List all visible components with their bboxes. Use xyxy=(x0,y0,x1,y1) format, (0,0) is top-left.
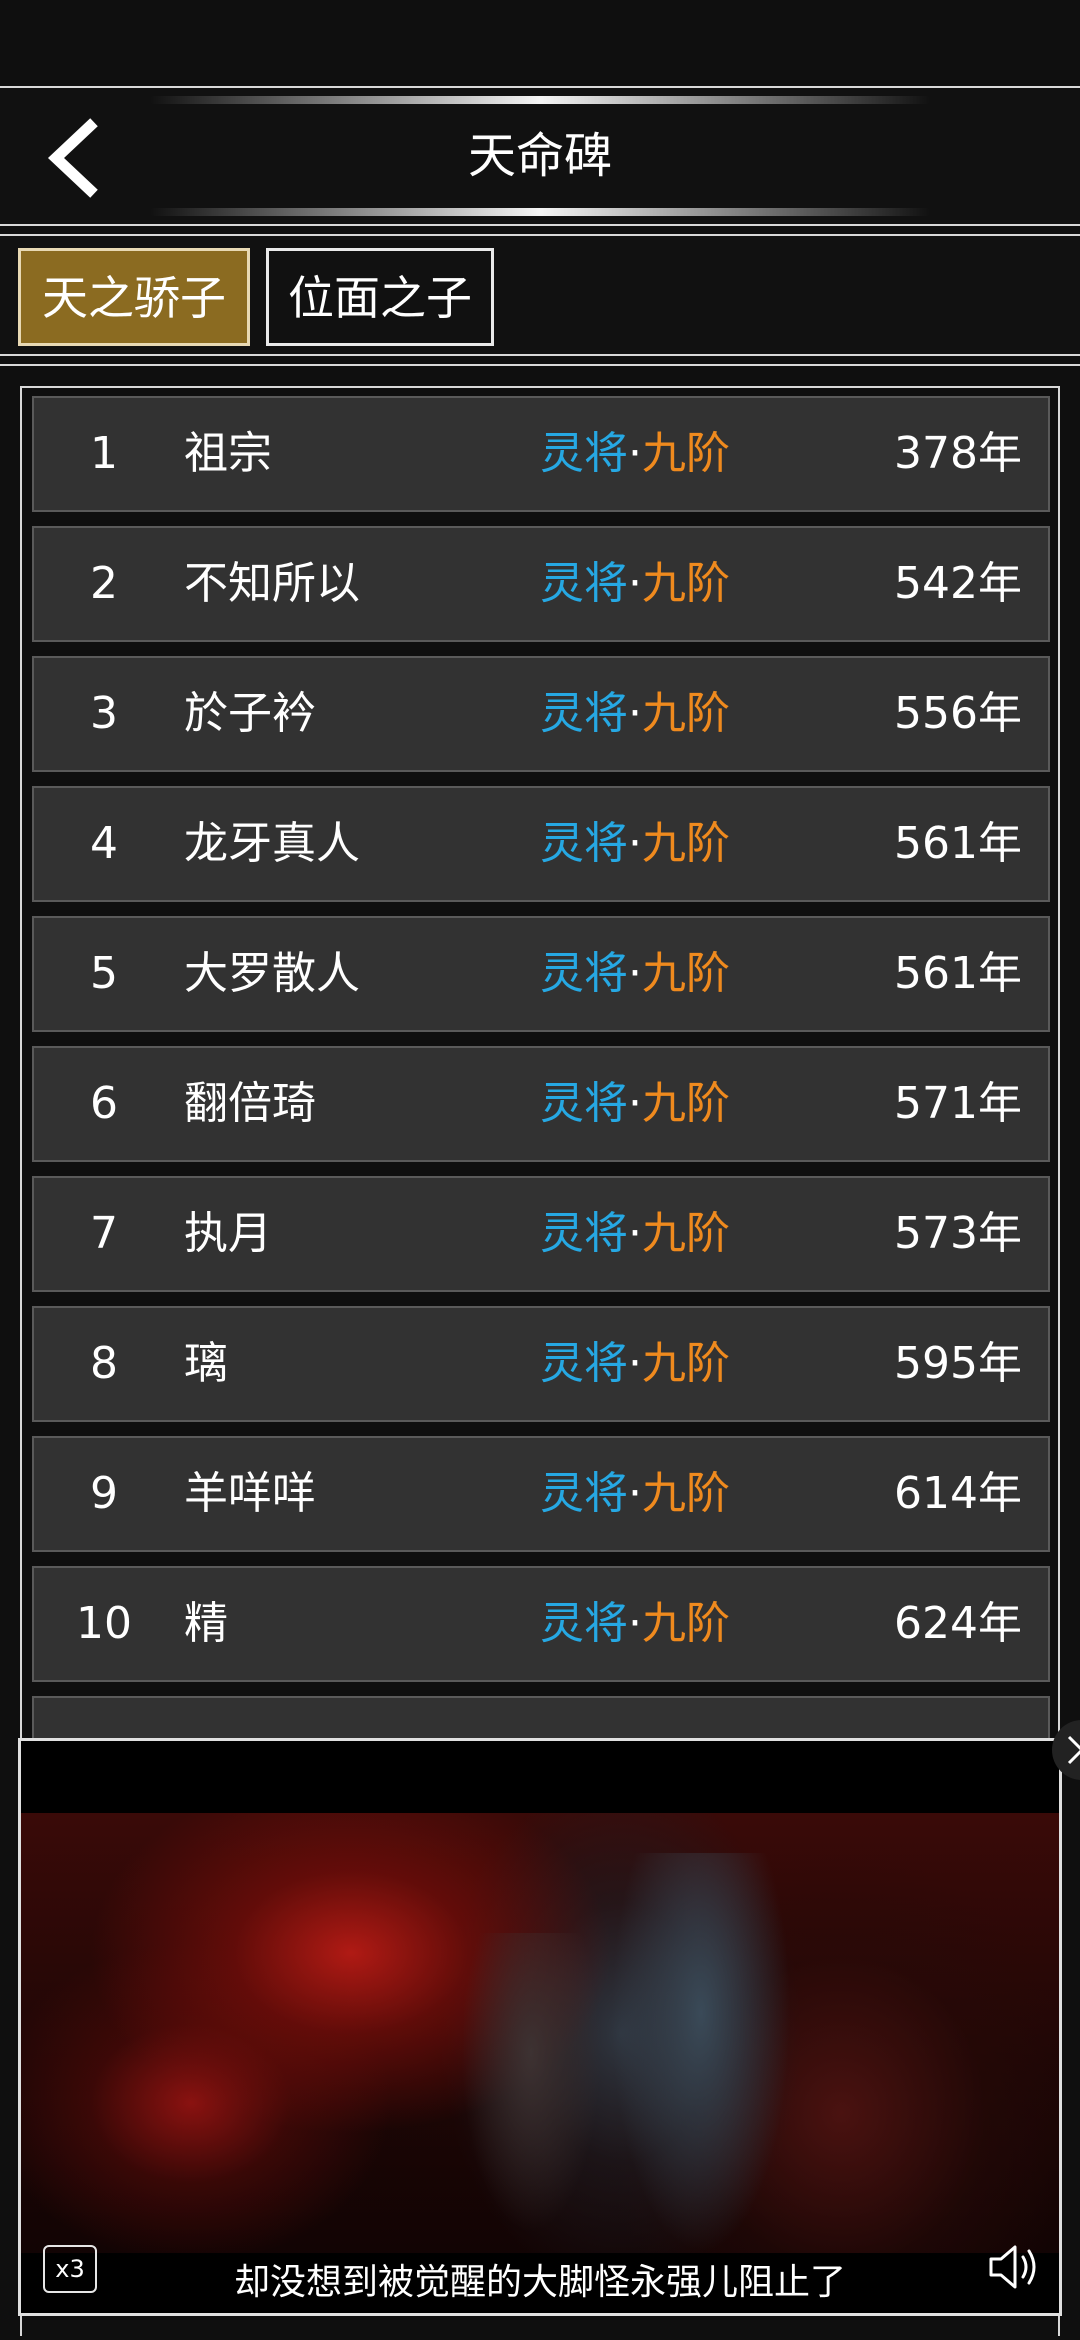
stage-label: 九阶 xyxy=(642,1598,730,1649)
page-title: 天命碑 xyxy=(467,128,612,184)
ranking-row[interactable]: 1 祖宗 灵将·九阶 378年 xyxy=(32,396,1050,512)
player-name: 翻倍琦 xyxy=(184,1078,316,1129)
player-name: 璃 xyxy=(184,1338,228,1389)
player-name: 精 xyxy=(184,1598,228,1649)
rank-number: 10 xyxy=(76,1598,132,1649)
realm-level: 灵将·九阶 xyxy=(540,658,730,770)
realm-level: 灵将·九阶 xyxy=(540,918,730,1030)
player-age: 595年 xyxy=(894,1338,1022,1389)
realm-label: 灵将 xyxy=(540,818,628,869)
ranking-row[interactable]: 3 於子衿 灵将·九阶 556年 xyxy=(32,656,1050,772)
video-subtitle: 却没想到被觉醒的大脚怪永强儿阻止了 xyxy=(233,2262,846,2303)
realm-label: 灵将 xyxy=(540,558,628,609)
realm-separator: · xyxy=(628,1208,642,1259)
player-age: 624年 xyxy=(894,1598,1022,1649)
stage-label: 九阶 xyxy=(642,1338,730,1389)
realm-level: 灵将·九阶 xyxy=(540,1438,730,1550)
player-age: 542年 xyxy=(894,558,1022,609)
player-age: 571年 xyxy=(894,1078,1022,1129)
stage-label: 九阶 xyxy=(642,1208,730,1259)
video-frame xyxy=(21,1813,1059,2253)
ranking-row[interactable]: 6 翻倍琦 灵将·九阶 571年 xyxy=(32,1046,1050,1162)
player-age: 614年 xyxy=(894,1468,1022,1519)
realm-level: 灵将·九阶 xyxy=(540,398,730,510)
player-name: 执月 xyxy=(184,1208,272,1259)
realm-separator: · xyxy=(628,688,642,739)
realm-label: 灵将 xyxy=(540,1468,628,1519)
realm-label: 灵将 xyxy=(540,1338,628,1389)
ranking-list: 1 祖宗 灵将·九阶 378年 2 不知所以 灵将·九阶 542年 3 於子衿 灵将·九阶 556年 4… xyxy=(32,396,1050,1826)
ranking-row[interactable]: 5 大罗散人 灵将·九阶 561年 xyxy=(32,916,1050,1032)
realm-label: 灵将 xyxy=(540,688,628,739)
rank-number: 1 xyxy=(90,428,118,479)
stage-label: 九阶 xyxy=(642,558,730,609)
realm-separator: · xyxy=(628,948,642,999)
realm-separator: · xyxy=(628,558,642,609)
player-age: 561年 xyxy=(894,948,1022,999)
ranking-row[interactable]: 2 不知所以 灵将·九阶 542年 xyxy=(32,526,1050,642)
rank-number: 8 xyxy=(90,1338,118,1389)
player-age: 561年 xyxy=(894,818,1022,869)
realm-level: 灵将·九阶 xyxy=(540,1308,730,1420)
realm-separator: · xyxy=(628,1338,642,1389)
realm-level: 灵将·九阶 xyxy=(540,528,730,640)
tab-weimian-zhizi[interactable]: 位面之子 xyxy=(266,248,494,346)
video-figure xyxy=(461,1933,601,2233)
realm-separator: · xyxy=(628,428,642,479)
realm-label: 灵将 xyxy=(540,948,628,999)
rank-number: 9 xyxy=(90,1468,118,1519)
speaker-icon xyxy=(989,2245,1036,2289)
close-icon xyxy=(1067,1735,1080,1765)
rank-number: 3 xyxy=(90,688,118,739)
stage-label: 九阶 xyxy=(642,818,730,869)
realm-label: 灵将 xyxy=(540,1208,628,1259)
player-name: 龙牙真人 xyxy=(184,818,360,869)
realm-separator: · xyxy=(628,1598,642,1649)
realm-level: 灵将·九阶 xyxy=(540,788,730,900)
player-name: 羊咩咩 xyxy=(184,1468,316,1519)
top-bar: 天命碑 xyxy=(0,86,1080,226)
player-name: 祖宗 xyxy=(184,428,272,479)
realm-level: 灵将·九阶 xyxy=(540,1568,730,1680)
ranking-row[interactable]: 7 执月 灵将·九阶 573年 xyxy=(32,1176,1050,1292)
back-button[interactable] xyxy=(38,116,118,200)
player-name: 於子衿 xyxy=(184,688,316,739)
stage-label: 九阶 xyxy=(642,688,730,739)
player-name: 不知所以 xyxy=(184,558,360,609)
realm-separator: · xyxy=(628,818,642,869)
realm-separator: · xyxy=(628,1468,642,1519)
realm-separator: · xyxy=(628,1078,642,1129)
video-figure xyxy=(611,1853,791,2253)
realm-label: 灵将 xyxy=(540,1598,628,1649)
realm-level: 灵将·九阶 xyxy=(540,1048,730,1160)
stage-label: 九阶 xyxy=(642,428,730,479)
player-name: 大罗散人 xyxy=(184,948,360,999)
tab-tianzhi-jiaozi[interactable]: 天之骄子 xyxy=(18,248,250,346)
rank-number: 7 xyxy=(90,1208,118,1259)
ranking-row[interactable]: 9 羊咩咩 灵将·九阶 614年 xyxy=(32,1436,1050,1552)
ranking-row[interactable]: 8 璃 灵将·九阶 595年 xyxy=(32,1306,1050,1422)
player-age: 556年 xyxy=(894,688,1022,739)
realm-label: 灵将 xyxy=(540,1078,628,1129)
ranking-row[interactable]: 10 精 灵将·九阶 624年 xyxy=(32,1566,1050,1682)
rank-number: 5 xyxy=(90,948,118,999)
chevron-left-icon xyxy=(47,118,98,198)
stage-label: 九阶 xyxy=(642,1468,730,1519)
rank-number: 2 xyxy=(90,558,118,609)
stage-label: 九阶 xyxy=(642,1078,730,1129)
realm-label: 灵将 xyxy=(540,428,628,479)
video-ad[interactable]: x3 却没想到被觉醒的大脚怪永强儿阻止了 xyxy=(18,1738,1062,2316)
sound-button[interactable] xyxy=(983,2237,1043,2297)
realm-level: 灵将·九阶 xyxy=(540,1178,730,1290)
rank-number: 4 xyxy=(90,818,118,869)
stage-label: 九阶 xyxy=(642,948,730,999)
rank-number: 6 xyxy=(90,1078,118,1129)
tab-bar: 天之骄子 位面之子 xyxy=(0,234,1080,356)
status-bar xyxy=(0,0,1080,84)
ranking-row[interactable]: 4 龙牙真人 灵将·九阶 561年 xyxy=(32,786,1050,902)
player-age: 573年 xyxy=(894,1208,1022,1259)
player-age: 378年 xyxy=(894,428,1022,479)
